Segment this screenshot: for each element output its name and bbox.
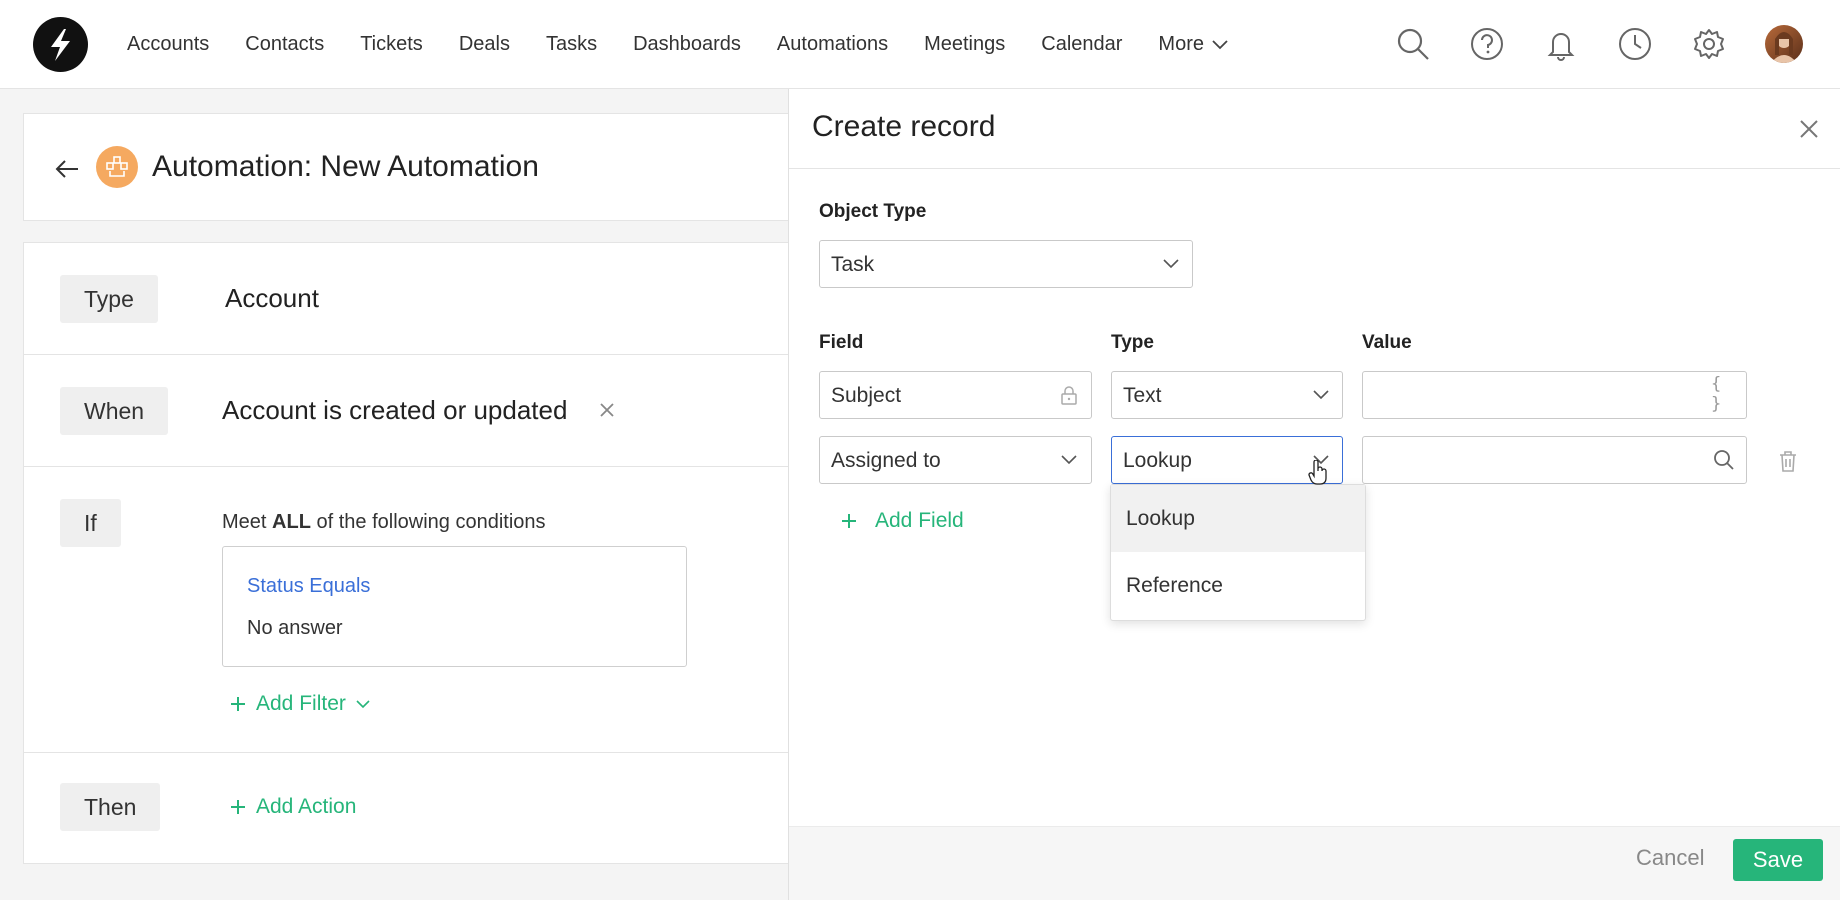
nav-tasks[interactable]: Tasks [546,33,597,56]
nav-tickets[interactable]: Tickets [360,33,423,56]
chevron-down-icon [1058,449,1080,471]
type-value[interactable]: Account [225,283,319,314]
type-label: Type [60,275,158,323]
condition-suffix: of the following conditions [310,511,546,533]
search-icon[interactable] [1713,449,1735,471]
close-icon[interactable] [1794,114,1824,144]
when-value[interactable]: Account is created or updated [222,395,567,426]
help-icon[interactable] [1469,26,1505,62]
nav-deals[interactable]: Deals [459,33,510,56]
automation-icon [96,146,138,188]
nav-accounts[interactable]: Accounts [127,33,209,56]
bell-icon[interactable] [1543,26,1579,62]
add-field-label: Add Field [875,509,964,532]
then-label: Then [60,783,161,831]
variable-braces-icon[interactable]: { } [1711,374,1733,414]
back-arrow-icon[interactable] [52,154,82,184]
filter-card[interactable]: Status Equals No answer [222,546,687,667]
nav-automations[interactable]: Automations [777,33,888,56]
nav-dashboards[interactable]: Dashboards [633,33,741,56]
plus-icon [231,800,245,814]
object-type-value: Task [831,253,875,276]
hand-cursor-icon [1308,459,1328,491]
when-label: When [60,387,169,435]
nav-links: Accounts Contacts Tickets Deals Tasks Da… [127,0,1264,89]
lock-icon [1058,384,1080,406]
field-value: Subject [831,384,902,407]
rule-if-row: If Meet ALL of the following conditions … [24,467,790,753]
condition-text: Meet ALL of the following conditions [222,511,546,534]
add-action-button[interactable]: Add Action [230,795,356,819]
type-column-header: Type [1111,332,1154,353]
value-column-header: Value [1362,332,1412,353]
rule-when-row: When Account is created or updated [24,355,790,467]
chevron-down-icon [1310,384,1332,406]
nav-contacts[interactable]: Contacts [245,33,324,56]
if-label: If [60,499,121,547]
save-button[interactable]: Save [1733,839,1823,881]
rule-type-row: Type Account [24,243,790,355]
type-select-text[interactable]: Text [1111,371,1343,419]
user-photo [1771,32,1797,63]
field-select-assigned-to[interactable]: Assigned to [819,436,1092,484]
type-dropdown-menu: Lookup Reference [1110,484,1366,621]
avatar[interactable] [1765,25,1803,63]
object-type-label: Object Type [819,201,927,222]
filter-value: No answer [247,617,343,639]
gear-icon[interactable] [1691,26,1727,62]
object-type-select[interactable]: Task [819,240,1193,288]
field-select-subject[interactable]: Subject [819,371,1092,419]
chevron-down-icon [1160,253,1182,275]
remove-trigger-icon[interactable] [599,402,615,423]
dropdown-option-reference[interactable]: Reference [1111,552,1365,619]
nav-more-label: More [1158,33,1204,55]
plus-icon [842,514,856,528]
clock-icon[interactable] [1617,26,1653,62]
automation-rules: Type Account When Account is created or … [23,242,790,865]
trash-icon[interactable] [1777,449,1799,473]
field-column-header: Field [819,332,864,353]
dropdown-option-lookup[interactable]: Lookup [1111,485,1365,552]
app-logo[interactable] [33,17,88,72]
filter-title[interactable]: Status Equals [247,575,370,598]
nav-calendar[interactable]: Calendar [1041,33,1122,56]
automation-header: Automation: New Automation [23,113,789,221]
search-icon[interactable] [1395,26,1431,62]
add-field-button[interactable]: Add Field [841,509,964,533]
add-filter-label: Add Filter [256,692,346,715]
add-action-label: Add Action [256,795,357,818]
page-title: Automation: New Automation [152,150,539,183]
value-input-subject[interactable]: { } [1362,371,1747,419]
field-value: Assigned to [831,449,941,472]
nav-more[interactable]: More [1158,33,1228,56]
type-value: Lookup [1123,449,1192,472]
drawer-header: Create record [789,89,1840,169]
logo-icon [51,29,70,61]
plus-icon [231,697,245,711]
chevron-down-icon [1212,39,1228,49]
condition-operator: ALL [272,511,311,533]
cancel-button[interactable]: Cancel [1636,845,1704,871]
drawer-title: Create record [812,110,996,143]
value-input-assigned-to[interactable] [1362,436,1747,484]
add-filter-button[interactable]: Add Filter [230,692,370,716]
drawer-footer: Cancel Save [789,826,1840,900]
type-value: Text [1123,384,1162,407]
chevron-down-icon [356,699,370,708]
condition-prefix: Meet [222,511,273,533]
nav-meetings[interactable]: Meetings [924,33,1005,56]
rule-then-row: Then Add Action [24,753,790,865]
